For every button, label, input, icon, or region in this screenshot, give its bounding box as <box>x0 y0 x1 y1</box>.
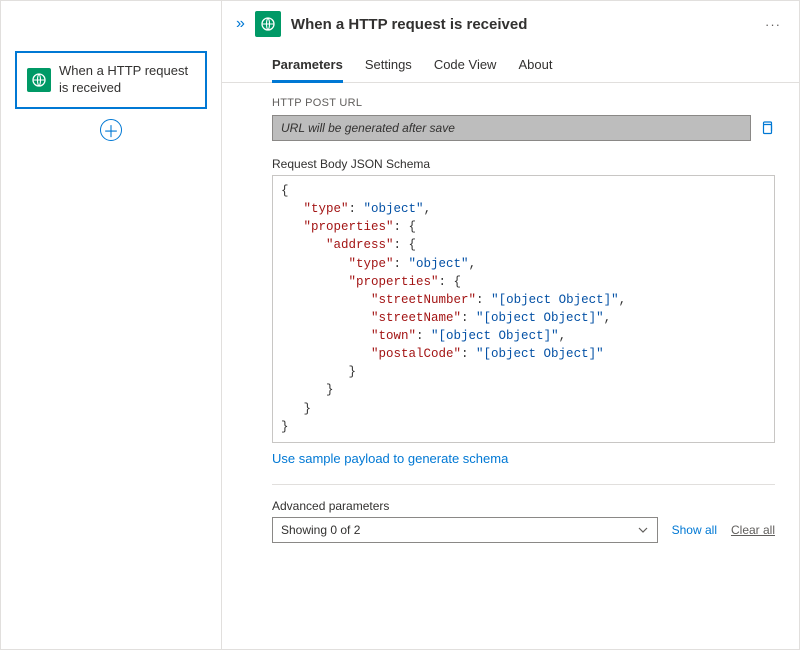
show-all-link[interactable]: Show all <box>672 523 717 537</box>
designer-canvas: When a HTTP request is received ＋ <box>1 1 221 649</box>
trigger-node[interactable]: When a HTTP request is received <box>15 51 207 109</box>
add-step-button[interactable]: ＋ <box>100 119 122 141</box>
advanced-params-select[interactable]: Showing 0 of 2 <box>272 517 658 543</box>
panel-title: When a HTTP request is received <box>291 16 761 33</box>
advanced-params-value: Showing 0 of 2 <box>281 523 360 537</box>
collapse-panel-icon[interactable]: » <box>236 15 245 33</box>
more-menu-icon[interactable]: ··· <box>761 17 785 32</box>
http-request-icon <box>27 68 51 92</box>
use-sample-payload-link[interactable]: Use sample payload to generate schema <box>272 451 508 466</box>
tab-parameters[interactable]: Parameters <box>272 51 343 82</box>
http-request-icon <box>255 11 281 37</box>
divider <box>272 484 775 485</box>
tab-settings[interactable]: Settings <box>365 51 412 82</box>
trigger-node-label: When a HTTP request is received <box>59 63 195 97</box>
tab-bar: Parameters Settings Code View About <box>222 43 799 83</box>
tab-codeview[interactable]: Code View <box>434 51 497 82</box>
schema-label: Request Body JSON Schema <box>272 157 775 171</box>
clear-all-link[interactable]: Clear all <box>731 523 775 537</box>
advanced-params-label: Advanced parameters <box>272 499 775 513</box>
url-label: HTTP POST URL <box>272 97 775 109</box>
schema-editor[interactable]: { "type": "object", "properties": { "add… <box>272 175 775 443</box>
chevron-down-icon <box>637 524 649 536</box>
copy-url-icon[interactable] <box>759 120 775 136</box>
url-readonly-field: URL will be generated after save <box>272 115 751 141</box>
tab-about[interactable]: About <box>518 51 552 82</box>
details-panel: » When a HTTP request is received ··· Pa… <box>221 1 799 649</box>
